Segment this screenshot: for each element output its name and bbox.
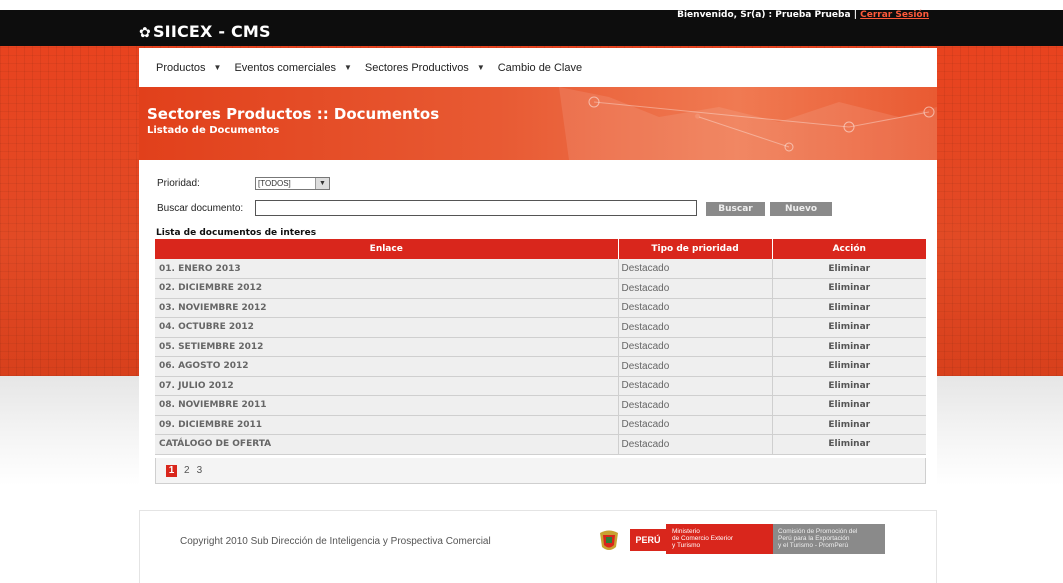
menu-item-cambio-de-clave[interactable]: Cambio de Clave <box>498 62 582 74</box>
main-menu: Productos ▼ Eventos comerciales ▼ Sectores… <box>139 48 937 87</box>
dropdown-arrow-icon: ▼ <box>315 178 329 189</box>
caret-down-icon: ▼ <box>343 63 352 72</box>
caret-down-icon: ▼ <box>213 63 222 72</box>
priority-type: Destacado <box>618 415 773 435</box>
priority-type: Destacado <box>618 337 773 357</box>
priority-type: Destacado <box>618 434 773 455</box>
ministerio-line: Ministerio <box>672 528 700 535</box>
mincetur-logo[interactable]: Ministerio de Comercio Exterior y Turism… <box>666 524 773 554</box>
document-link[interactable]: 07. JULIO 2012 <box>155 376 619 396</box>
page-link-2[interactable]: 2 <box>184 465 190 476</box>
caret-down-icon: ▼ <box>476 63 485 72</box>
document-link[interactable]: 05. SETIEMBRE 2012 <box>155 337 619 357</box>
document-link[interactable]: 01. ENERO 2013 <box>155 259 619 279</box>
siicex-logo[interactable]: ✿ SIICEX - CMS <box>139 22 271 41</box>
table-row: 01. ENERO 2013 Destacado Eliminar <box>155 259 926 279</box>
table-row: 09. DICIEMBRE 2011 Destacado Eliminar <box>155 415 926 435</box>
logo-icon: ✿ <box>139 25 151 41</box>
page-banner: Sectores Productos :: Documentos Listado… <box>139 87 937 160</box>
table-row: 07. JULIO 2012 Destacado Eliminar <box>155 376 926 396</box>
search-button[interactable]: Buscar <box>706 202 765 216</box>
page-subtitle: Listado de Documentos <box>147 125 280 136</box>
documents-table: Enlace Tipo de prioridad Acción 01. ENER… <box>155 239 926 455</box>
ministerio-line: y Turismo <box>672 542 701 549</box>
document-link[interactable]: 03. NOVIEMBRE 2012 <box>155 298 619 318</box>
delete-link[interactable]: Eliminar <box>772 395 926 416</box>
table-row: 02. DICIEMBRE 2012 Destacado Eliminar <box>155 278 926 299</box>
welcome-text: Bienvenido, Sr(a) : Prueba Prueba <box>677 10 851 20</box>
priority-select[interactable]: [TODOS] ▼ <box>255 177 330 190</box>
footer: Copyright 2010 Sub Dirección de Intelige… <box>139 510 937 583</box>
priority-type: Destacado <box>618 298 773 318</box>
copyright-text: Copyright 2010 Sub Dirección de Intelige… <box>180 536 491 547</box>
delete-link[interactable]: Eliminar <box>772 356 926 377</box>
table-row: 08. NOVIEMBRE 2011 Destacado Eliminar <box>155 395 926 416</box>
delete-link[interactable]: Eliminar <box>772 278 926 299</box>
promperu-line: Comisión de Promoción del <box>778 528 858 535</box>
column-header-enlace[interactable]: Enlace <box>155 239 619 259</box>
delete-link[interactable]: Eliminar <box>772 376 926 396</box>
menu-item-sectores-productivos[interactable]: Sectores Productivos ▼ <box>365 62 485 74</box>
table-row: 03. NOVIEMBRE 2012 Destacado Eliminar <box>155 298 926 318</box>
table-row: 04. OCTUBRE 2012 Destacado Eliminar <box>155 317 926 338</box>
document-link[interactable]: 06. AGOSTO 2012 <box>155 356 619 377</box>
delete-link[interactable]: Eliminar <box>772 317 926 338</box>
delete-link[interactable]: Eliminar <box>772 337 926 357</box>
delete-link[interactable]: Eliminar <box>772 298 926 318</box>
peru-coat-of-arms-icon <box>600 530 618 550</box>
logout-link[interactable]: Cerrar Sesión <box>860 10 929 20</box>
menu-item-productos[interactable]: Productos ▼ <box>156 62 221 74</box>
priority-type: Destacado <box>618 317 773 338</box>
page-link-1[interactable]: 1 <box>166 464 177 477</box>
priority-type: Destacado <box>618 278 773 299</box>
logo-text: SIICEX - CMS <box>152 22 271 41</box>
delete-link[interactable]: Eliminar <box>772 415 926 435</box>
search-label: Buscar documento: <box>157 203 244 214</box>
column-header-tipo[interactable]: Tipo de prioridad <box>618 239 773 259</box>
separator: | <box>853 10 857 20</box>
menu-item-eventos-comerciales[interactable]: Eventos comerciales ▼ <box>234 62 351 74</box>
delete-link[interactable]: Eliminar <box>772 259 926 279</box>
document-link[interactable]: 04. OCTUBRE 2012 <box>155 317 619 338</box>
table-row: CATÁLOGO DE OFERTA Destacado Eliminar <box>155 434 926 455</box>
welcome-bar: Bienvenido, Sr(a) : Prueba Prueba | Cerr… <box>677 10 929 20</box>
priority-type: Destacado <box>618 356 773 377</box>
table-header-row: Enlace Tipo de prioridad Acción <box>155 239 926 259</box>
document-link[interactable]: 08. NOVIEMBRE 2011 <box>155 395 619 416</box>
menu-label: Sectores Productivos <box>364 61 469 74</box>
delete-link[interactable]: Eliminar <box>772 434 926 455</box>
priority-type: Destacado <box>618 376 773 396</box>
menu-label: Eventos comerciales <box>234 61 336 74</box>
table-row: 06. AGOSTO 2012 Destacado Eliminar <box>155 356 926 377</box>
priority-type: Destacado <box>618 395 773 416</box>
search-input[interactable] <box>255 200 697 216</box>
promperu-line: y el Turismo - PromPerú <box>778 542 849 549</box>
page-title: Sectores Productos :: Documentos <box>147 105 440 123</box>
column-header-accion: Acción <box>772 239 926 259</box>
new-button[interactable]: Nuevo <box>770 202 832 216</box>
menu-label: Cambio de Clave <box>497 61 583 74</box>
peru-brand-logo[interactable]: PERÚ <box>630 529 666 551</box>
world-map-decoration <box>559 87 937 160</box>
promperu-line: Perú para la Exportación <box>778 535 850 542</box>
pagination: 1 2 3 <box>155 458 926 484</box>
menu-label: Productos <box>156 61 206 74</box>
page-link-3[interactable]: 3 <box>197 465 203 476</box>
ministerio-line: de Comercio Exterior <box>672 535 734 542</box>
list-title: Lista de documentos de interes <box>156 228 317 238</box>
priority-label: Prioridad: <box>157 178 200 189</box>
document-link[interactable]: CATÁLOGO DE OFERTA <box>155 434 619 455</box>
table-row: 05. SETIEMBRE 2012 Destacado Eliminar <box>155 337 926 357</box>
priority-type: Destacado <box>618 259 773 279</box>
promperu-logo[interactable]: Comisión de Promoción del Perú para la E… <box>773 524 885 554</box>
document-link[interactable]: 02. DICIEMBRE 2012 <box>155 278 619 299</box>
priority-select-value: [TODOS] <box>258 179 291 188</box>
document-link[interactable]: 09. DICIEMBRE 2011 <box>155 415 619 435</box>
